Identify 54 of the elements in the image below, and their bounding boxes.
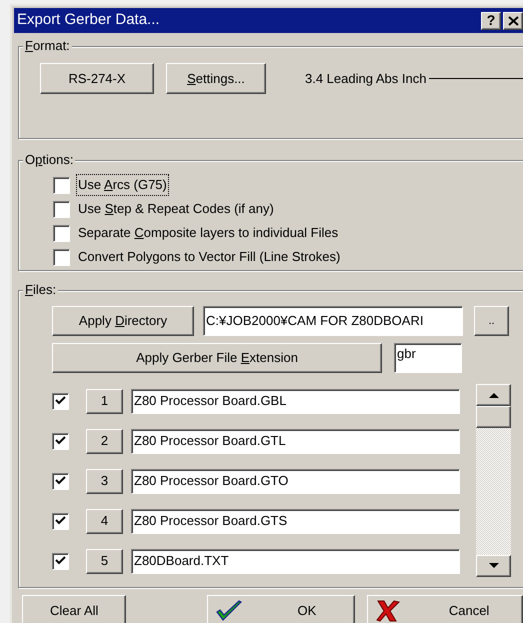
check-icon xyxy=(55,396,66,406)
down-arrow-icon xyxy=(488,563,498,569)
browse-button[interactable]: .. xyxy=(474,306,509,336)
apply-directory-button[interactable]: Apply Directory xyxy=(52,306,194,336)
checkbox[interactable] xyxy=(52,392,69,410)
option-label[interactable]: Use Step & Repeat Codes (if any) xyxy=(77,199,275,219)
group-label: Options: xyxy=(23,152,76,168)
settings-button[interactable]: Settings... xyxy=(166,63,266,94)
file-name-field[interactable]: Z80 Processor Board.GTL xyxy=(131,428,460,454)
checkbox[interactable] xyxy=(53,248,70,266)
layer-number-button[interactable]: 1 xyxy=(86,388,123,414)
file-name-field[interactable]: Z80 Processor Board.GTO xyxy=(131,468,460,494)
checkbox[interactable] xyxy=(53,176,70,194)
checkbox[interactable] xyxy=(53,224,70,242)
close-icon xyxy=(508,16,518,26)
file-name-field[interactable]: Z80DBoard.TXT xyxy=(131,548,460,574)
directory-field[interactable]: C:¥JOB2000¥CAM FOR Z80DBOARI xyxy=(203,306,463,336)
scroll-down-button[interactable] xyxy=(476,555,511,577)
format-button[interactable]: RS-274-X xyxy=(40,63,154,94)
checkbox[interactable] xyxy=(52,512,69,530)
layer-number-button[interactable]: 5 xyxy=(86,548,123,574)
cancel-button[interactable]: Cancel xyxy=(366,595,523,623)
up-arrow-icon xyxy=(488,392,498,398)
option-label[interactable]: Separate Composite layers to individual Files xyxy=(77,223,340,243)
group-label: Format: xyxy=(23,38,72,54)
layer-number-button[interactable]: 2 xyxy=(86,428,123,454)
check-icon xyxy=(55,436,66,446)
check-icon xyxy=(55,556,66,566)
cross-icon xyxy=(376,600,400,622)
check-icon xyxy=(216,600,242,622)
format-description: 3.4 Leading Abs Inch xyxy=(305,70,426,88)
file-name-field[interactable]: Z80 Processor Board.GBL xyxy=(131,388,460,414)
scroll-thumb[interactable] xyxy=(476,406,511,428)
apply-extension-button[interactable]: Apply Gerber File Extension xyxy=(52,343,382,373)
help-button[interactable]: ? xyxy=(481,12,501,30)
check-icon xyxy=(55,476,66,486)
ok-button[interactable]: OK xyxy=(207,595,355,623)
scrollbar[interactable] xyxy=(476,384,511,577)
checkbox[interactable] xyxy=(53,200,70,218)
window-title: Export Gerber Data... xyxy=(17,10,160,30)
clear-all-button[interactable]: Clear All xyxy=(22,595,126,623)
close-button[interactable] xyxy=(503,12,523,30)
scroll-up-button[interactable] xyxy=(476,384,511,406)
checkbox[interactable] xyxy=(52,432,69,450)
option-label[interactable]: Convert Polygons to Vector Fill (Line Strokes) xyxy=(77,247,342,267)
file-name-field[interactable]: Z80 Processor Board.GTS xyxy=(131,508,460,534)
extension-field[interactable]: gbr xyxy=(394,343,462,373)
group-label: Files: xyxy=(23,282,58,298)
check-icon xyxy=(55,516,66,526)
layer-number-button[interactable]: 3 xyxy=(86,468,123,494)
layer-number-button[interactable]: 4 xyxy=(86,508,123,534)
checkbox[interactable] xyxy=(52,552,69,570)
option-label[interactable]: Use Arcs (G75) xyxy=(77,175,168,195)
checkbox[interactable] xyxy=(52,472,69,490)
